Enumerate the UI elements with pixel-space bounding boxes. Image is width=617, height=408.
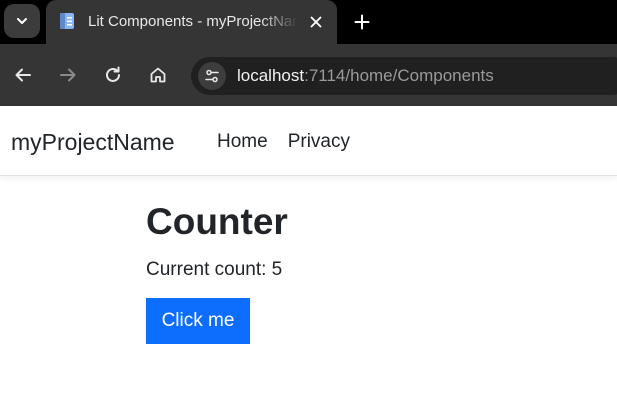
tab-title: Lit Components - myProjectName	[88, 13, 298, 30]
tune-icon	[205, 69, 219, 83]
active-tab[interactable]: Lit Components - myProjectName	[46, 0, 337, 44]
tab-strip: Lit Components - myProjectName	[0, 0, 617, 44]
click-me-button[interactable]: Click me	[146, 298, 250, 344]
chevron-down-icon	[17, 18, 27, 24]
nav-links: Home Privacy	[217, 130, 370, 154]
plus-icon	[354, 14, 370, 30]
address-bar[interactable]: localhost:7114/home/Components	[191, 57, 617, 95]
url-text: localhost:7114/home/Components	[237, 66, 494, 86]
home-icon	[150, 67, 166, 83]
url-host: localhost	[237, 66, 305, 85]
arrow-right-icon	[60, 68, 76, 82]
reload-icon	[106, 66, 120, 82]
site-info-button[interactable]	[198, 62, 226, 90]
main-content: Counter Current count: 5 Click me	[146, 200, 288, 344]
reload-button[interactable]	[98, 60, 128, 90]
page-icon	[60, 13, 74, 29]
forward-button[interactable]	[53, 60, 83, 90]
nav-link-home[interactable]: Home	[217, 130, 268, 154]
close-icon	[310, 16, 322, 28]
page-title: Counter	[146, 201, 288, 242]
back-button[interactable]	[8, 60, 38, 90]
tab-search-button[interactable]	[4, 4, 40, 38]
url-path: :7114/home/Components	[304, 66, 494, 85]
close-tab-button[interactable]	[305, 11, 327, 33]
current-count-text: Current count: 5	[146, 259, 283, 280]
nav-link-privacy[interactable]: Privacy	[288, 130, 350, 154]
site-navbar: myProjectName Home Privacy	[0, 106, 617, 176]
new-tab-button[interactable]	[349, 9, 375, 35]
home-button[interactable]	[143, 60, 173, 90]
browser-toolbar: localhost:7114/home/Components	[0, 44, 617, 106]
arrow-left-icon	[15, 68, 31, 82]
brand-link[interactable]: myProjectName	[11, 128, 175, 156]
